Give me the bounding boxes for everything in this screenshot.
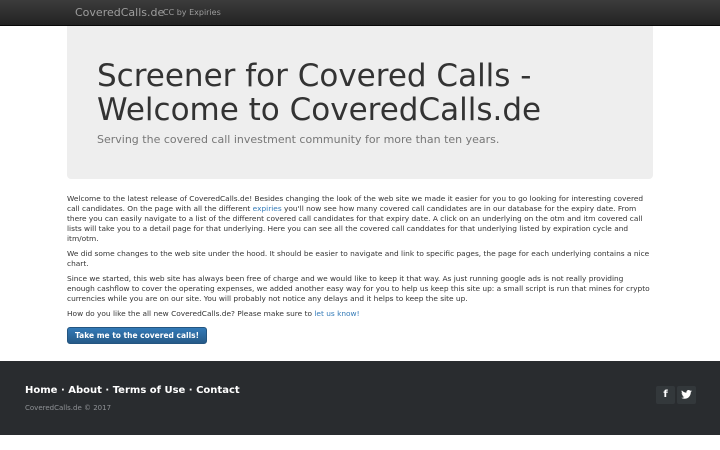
funding-paragraph: Since we started, this web site has alwa… bbox=[67, 274, 650, 303]
feedback-paragraph: How do you like the all new CoveredCalls… bbox=[67, 309, 653, 319]
footer-separator: · bbox=[105, 385, 110, 396]
footer-link-about[interactable]: About bbox=[68, 385, 102, 396]
main-content: Welcome to the latest release of Covered… bbox=[67, 194, 653, 344]
brand-link[interactable]: CoveredCalls.de bbox=[75, 6, 164, 19]
page-title: Screener for Covered Calls - Welcome to … bbox=[97, 58, 542, 128]
intro-paragraph: Welcome to the latest release of Covered… bbox=[67, 194, 653, 244]
nav-link-cc-by-expiries[interactable]: CC by Expiries bbox=[163, 8, 221, 17]
lead-text: Serving the covered call investment comm… bbox=[97, 133, 500, 146]
covered-calls-button[interactable]: Take me to the covered calls! bbox=[67, 327, 208, 344]
footer: Home · About · Terms of Use · Contact Co… bbox=[0, 361, 720, 435]
footer-link-contact[interactable]: Contact bbox=[196, 385, 240, 396]
footer-link-home[interactable]: Home bbox=[25, 385, 57, 396]
copyright: CoveredCalls.de © 2017 bbox=[25, 404, 112, 412]
twitter-bird-icon bbox=[681, 390, 692, 399]
footer-link-terms[interactable]: Terms of Use bbox=[113, 385, 186, 396]
changes-paragraph: We did some changes to the web site unde… bbox=[67, 249, 650, 268]
feedback-text: How do you like the all new CoveredCalls… bbox=[67, 309, 315, 318]
footer-links: Home · About · Terms of Use · Contact bbox=[25, 385, 240, 396]
twitter-icon[interactable] bbox=[677, 386, 696, 404]
expiries-link[interactable]: expiries bbox=[253, 204, 282, 213]
jumbotron: Screener for Covered Calls - Welcome to … bbox=[67, 26, 653, 179]
facebook-icon[interactable]: f bbox=[656, 386, 675, 404]
navbar: CoveredCalls.de CC by Expiries bbox=[0, 0, 720, 26]
contact-link[interactable]: let us know! bbox=[314, 309, 359, 318]
footer-separator: · bbox=[60, 385, 65, 396]
footer-separator: · bbox=[188, 385, 193, 396]
